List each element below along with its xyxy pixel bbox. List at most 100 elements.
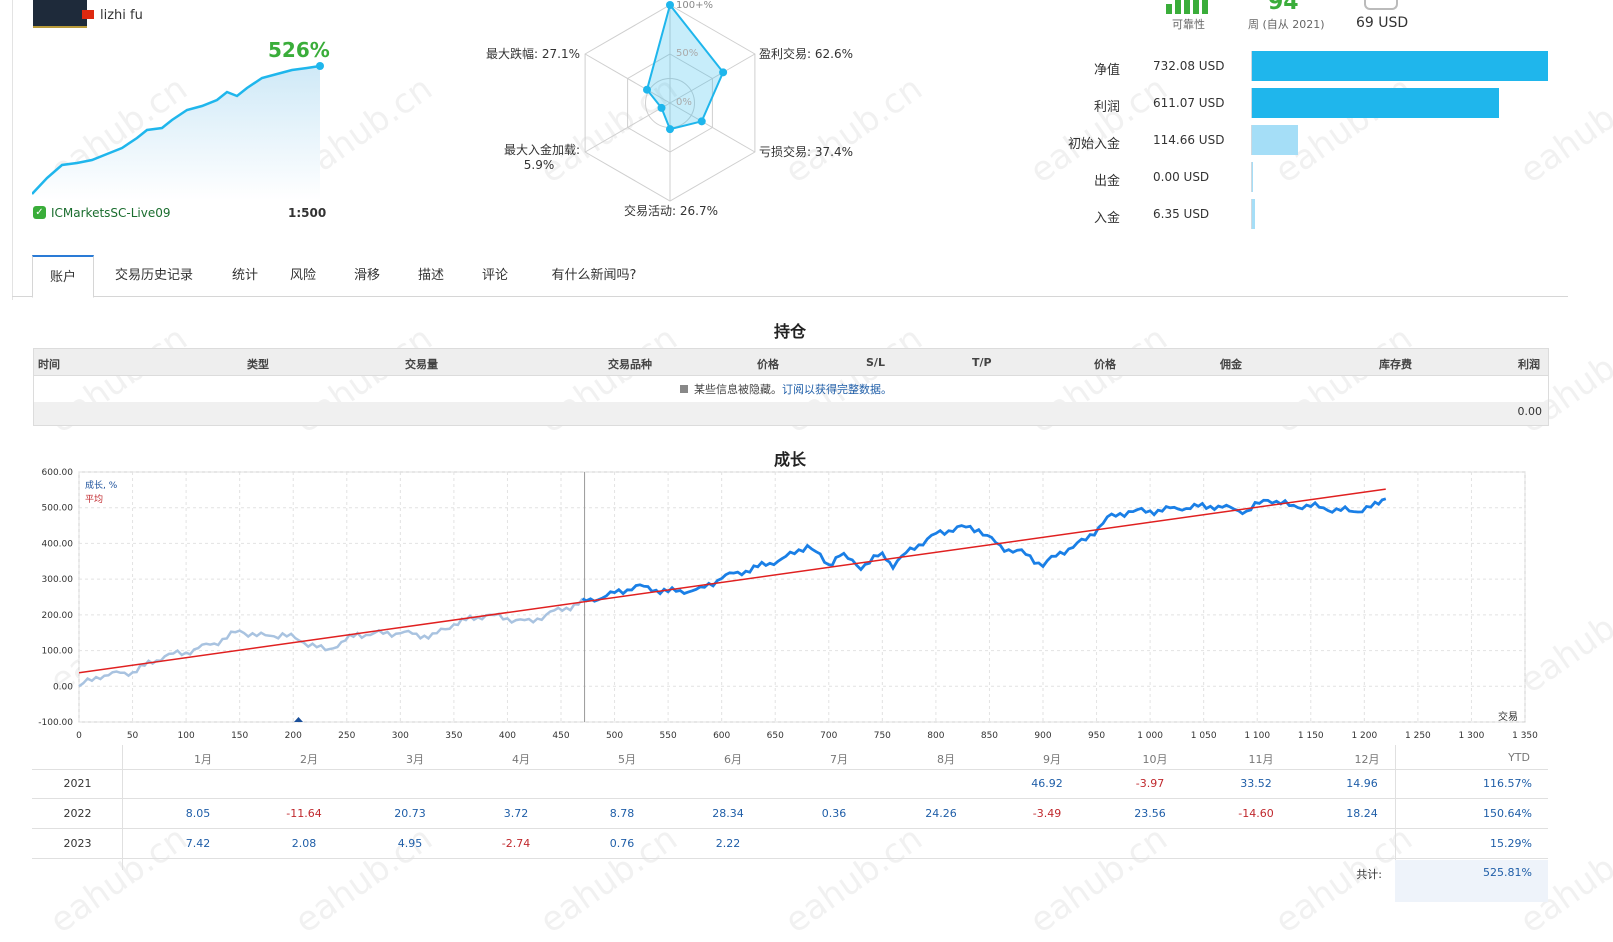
financial-label: 净值 [1093, 63, 1120, 78]
positions-column-header[interactable]: 价格 [757, 356, 779, 372]
financial-label: 利润 [1093, 100, 1120, 115]
x-tick-label: 0 [76, 731, 82, 741]
tab-7[interactable]: 有什么新闻吗? [538, 255, 650, 297]
x-tick-label: 400 [499, 731, 516, 741]
radar-point [666, 1, 674, 9]
financial-value: 732.08 USD [1153, 59, 1225, 73]
tab-2[interactable]: 统计 [224, 255, 266, 297]
positions-column-header[interactable]: 利润 [1518, 356, 1540, 372]
watermark-text: eahub.cn [1022, 818, 1175, 942]
financial-bar [1252, 51, 1548, 81]
radar-point [697, 117, 706, 126]
month-header: 8月 [937, 753, 955, 766]
tab-0[interactable]: 账户 [32, 255, 94, 298]
x-tick-label: 350 [445, 731, 462, 741]
radar-label-deposit-load: 最大入金加载: 5.9% [503, 143, 580, 172]
positions-column-header[interactable]: 类型 [247, 356, 269, 372]
y-tick-label: 100.00 [42, 647, 74, 657]
positions-column-header[interactable]: 佣金 [1220, 356, 1242, 372]
tab-6[interactable]: 评论 [474, 255, 516, 297]
month-return-cell: -3.49 [1032, 807, 1062, 820]
month-return-cell: 33.52 [1240, 777, 1272, 790]
china-flag-icon [82, 10, 94, 19]
x-tick-label: 600 [713, 731, 730, 741]
radar-point [719, 68, 728, 77]
month-header: 4月 [512, 753, 530, 766]
avatar[interactable] [33, 0, 87, 28]
month-return-cell: -3.97 [1135, 777, 1165, 790]
hidden-notice: 某些信息被隐藏。订阅以获得完整数据。 [680, 381, 892, 397]
y-tick-label: -100.00 [38, 718, 73, 728]
y-tick-label: 200.00 [42, 611, 74, 621]
radar-label-mid: 50% [676, 48, 699, 59]
financial-value: 0.00 USD [1153, 170, 1210, 184]
financial-bar [1252, 125, 1299, 155]
weeks-value: 94 [1268, 0, 1299, 15]
month-return-cell: 20.73 [394, 807, 426, 820]
month-return-cell: 2.08 [291, 837, 317, 850]
x-tick-label: 50 [127, 731, 139, 741]
month-return-cell: 46.92 [1031, 777, 1063, 790]
financial-bar [1252, 162, 1253, 192]
tab-4[interactable]: 滑移 [346, 255, 388, 297]
verified-check-icon: ✓ [33, 206, 46, 219]
month-return-cell: 0.76 [609, 837, 635, 850]
month-header: 7月 [830, 753, 848, 766]
legend-growth: 成长, % [85, 481, 118, 491]
x-tick-label: 900 [1034, 731, 1051, 741]
legend-average: 平均 [85, 495, 104, 505]
financial-value: 6.35 USD [1153, 207, 1210, 221]
price-icon [1364, 0, 1398, 10]
x-tick-label: 700 [820, 731, 837, 741]
reliability-label: 可靠性 [1172, 18, 1205, 31]
table-divider-left [122, 745, 123, 870]
y-tick-label: 600.00 [42, 468, 74, 478]
hidden-notice-text: 某些信息被隐藏。 [694, 383, 782, 396]
month-header: 5月 [618, 753, 636, 766]
x-tick-label: 550 [660, 731, 677, 741]
x-tick-label: 100 [178, 731, 195, 741]
positions-column-header[interactable]: S/L [866, 356, 885, 369]
user-name[interactable]: lizhi fu [100, 8, 143, 23]
month-return-cell: 3.72 [503, 807, 529, 820]
tab-1[interactable]: 交易历史记录 [100, 255, 208, 297]
ytd-value: 150.64% [1483, 807, 1532, 820]
month-header: 11月 [1248, 753, 1274, 766]
month-return-cell: 8.05 [185, 807, 211, 820]
positions-column-header[interactable]: 库存费 [1379, 356, 1412, 372]
x-tick-label: 1 000 [1137, 731, 1163, 741]
positions-total: 0.00 [1517, 405, 1543, 418]
total-label: 共计: [1356, 868, 1382, 881]
positions-column-header[interactable]: 交易品种 [608, 356, 652, 372]
watermark-text: eahub.cn [777, 818, 930, 942]
positions-column-header[interactable]: T/P [972, 356, 992, 369]
tab-5[interactable]: 描述 [410, 255, 452, 297]
positions-column-header[interactable]: 交易量 [405, 356, 438, 372]
tab-3[interactable]: 风险 [282, 255, 324, 297]
x-tick-label: 300 [392, 731, 409, 741]
leverage: 1:500 [288, 206, 327, 220]
x-tick-label: 500 [606, 731, 623, 741]
month-header: 3月 [406, 753, 424, 766]
financial-label: 入金 [1093, 211, 1120, 226]
radar-point [666, 125, 674, 134]
year-label: 2023 [63, 837, 92, 850]
financial-value: 114.66 USD [1153, 133, 1225, 147]
month-header: 2月 [300, 753, 318, 766]
financial-label: 初始入金 [1067, 137, 1120, 152]
financial-label: 出金 [1093, 174, 1120, 189]
x-tick-label: 150 [231, 731, 248, 741]
month-return-cell: -2.74 [501, 837, 531, 850]
month-return-cell: 4.95 [397, 837, 423, 850]
y-tick-label: 400.00 [42, 539, 74, 549]
radar-label-profit-trades: 盈利交易: 62.6% [759, 47, 853, 61]
server-name[interactable]: ICMarketsSC-Live09 [51, 206, 171, 220]
positions-column-header[interactable]: 时间 [38, 356, 60, 372]
monthly-row-divider [32, 828, 1548, 829]
positions-column-header[interactable]: 价格 [1094, 356, 1116, 372]
month-return-cell: 24.26 [925, 807, 957, 820]
subscribe-link[interactable]: 订阅以获得完整数据。 [782, 383, 892, 396]
month-return-cell: 7.42 [185, 837, 211, 850]
watermark-text: eahub.cn [777, 68, 930, 192]
radar-chart [584, 1, 756, 202]
